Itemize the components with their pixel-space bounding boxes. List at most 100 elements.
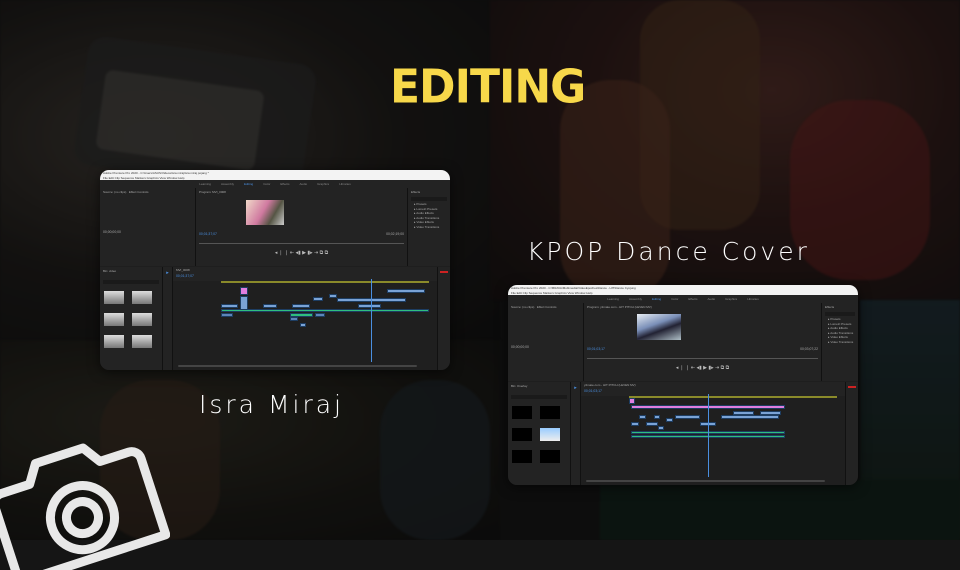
workspace-tab-color[interactable]: Color [671,295,678,303]
program-tab[interactable]: Program: MVI_0008 [196,188,407,196]
selection-tool-icon[interactable]: ▸ [163,270,172,276]
timeline-clip[interactable] [654,415,660,419]
project-thumbnail[interactable] [104,313,124,326]
playback-controls[interactable]: ◂ ❘ ❘ ⇤ ◂▮ ▶ ▮▸ ⇥ ⧉ ⧉ [196,250,407,256]
camera-icon [0,430,170,570]
sequence-tab[interactable]: y2mate.com - HIT PITCH (LEVEN MV) [581,382,845,388]
timeline-clip[interactable] [337,298,406,302]
workspace-tab-learning[interactable]: Learning [607,295,619,303]
effects-folder[interactable]: ▸ Video Transitions [408,225,450,230]
program-video-frame [246,200,284,225]
project-thumbnail[interactable] [540,406,560,419]
timeline-ruler[interactable]: MVI_0008 00;01;37;07 [173,267,437,281]
workspace-tab-libraries[interactable]: Libraries [747,295,759,303]
workspace-tab-libraries[interactable]: Libraries [339,180,351,188]
timeline-clip[interactable] [387,289,424,293]
project-thumbnail[interactable] [540,428,560,441]
project-tab[interactable]: Bin: Overlay [508,382,570,390]
timeline-clip[interactable] [666,418,672,422]
timeline-clip[interactable] [631,422,639,426]
program-scrubber[interactable] [587,358,818,359]
effects-search[interactable] [825,312,855,316]
timeline-clip[interactable] [358,304,381,308]
timeline-clip[interactable] [221,309,429,312]
timeline-clip[interactable] [721,415,779,419]
playhead[interactable] [371,279,372,362]
effects-folder[interactable]: ▸ Video Transitions [822,340,858,345]
workspace-tab-effects[interactable]: Effects [688,295,697,303]
timeline-clip[interactable] [629,398,635,404]
program-monitor: Program: y2mate.com - HIT PITCH (LEVEN M… [584,303,821,381]
project-thumbnail[interactable] [512,406,532,419]
playhead[interactable] [708,394,709,477]
workspace-tab-audio[interactable]: Audio [299,180,307,188]
project-thumbnail[interactable] [132,335,152,348]
effects-folder-label: Presets [416,202,426,206]
effect-controls-tab[interactable]: Effect Controls [537,305,557,309]
project-thumbnail[interactable] [512,428,532,441]
timeline-clip[interactable] [292,304,311,308]
timeline-clip[interactable] [290,317,298,321]
timeline-clip[interactable] [300,323,306,327]
workspace-bar: Learning Assembly Editing Color Effects Audio… [100,180,450,188]
timeline-tracks [221,283,429,362]
sequence-tab[interactable]: MVI_0008 [173,267,437,273]
project-search[interactable] [103,280,159,284]
effects-tab[interactable]: Effects [408,188,450,196]
workspace-tab-graphics[interactable]: Graphics [725,295,737,303]
timeline-clip[interactable] [313,297,323,301]
effects-tab[interactable]: Effects [822,303,858,311]
tools-panel[interactable]: ▸ [571,382,580,485]
program-timecode: 00;01;37;07 [199,232,217,236]
project-tab[interactable]: Bin: video [100,267,162,275]
premiere-screenshot-kpop: Adobe Premiere Pro 2020 - C:\BRAVA\Multi… [508,285,858,485]
project-caption-isra-miraj: Isra Miraj [199,390,344,419]
source-tab[interactable]: Source: (no clips) [103,190,126,194]
tools-panel[interactable]: ▸ [163,267,172,370]
selection-tool-icon[interactable]: ▸ [571,385,580,391]
workspace-tab-assembly[interactable]: Assembly [629,295,642,303]
timeline-clip[interactable] [263,304,278,308]
source-timecode: 00;00;00;00 [511,345,529,349]
premiere-screenshot-isra-miraj: Adobe Premiere Pro 2020 - C:\Users\ASUS\… [100,170,450,370]
project-thumbnail[interactable] [540,450,560,463]
project-thumbnail[interactable] [512,450,532,463]
playback-controls[interactable]: ◂ ❘ ❘ ⇤ ◂▮ ▶ ▮▸ ⇥ ⧉ ⧉ [584,365,821,371]
timeline-clip[interactable] [329,294,337,298]
timeline-clip[interactable] [646,422,658,426]
effects-panel: Effects ▸ Presets▸ Lumetri Presets▸ Audi… [408,188,450,266]
timeline-clip[interactable] [240,296,248,310]
effects-search[interactable] [411,197,447,201]
project-thumbnail[interactable] [132,291,152,304]
program-scrubber[interactable] [199,243,404,244]
workspace-tab-assembly[interactable]: Assembly [221,180,234,188]
workspace-tab-effects[interactable]: Effects [280,180,289,188]
timeline-clip[interactable] [658,426,664,430]
timeline-clip[interactable] [639,415,645,419]
timeline-clip[interactable] [221,313,233,317]
workspace-tab-audio[interactable]: Audio [707,295,715,303]
program-tab[interactable]: Program: y2mate.com - HIT PITCH (LEVEN M… [584,303,821,311]
project-thumbnail[interactable] [104,335,124,348]
timeline-ruler[interactable]: y2mate.com - HIT PITCH (LEVEN MV) 00;01;… [581,382,845,396]
timeline-clip[interactable] [315,313,325,317]
timeline-clip[interactable] [675,415,700,419]
workspace-tab-learning[interactable]: Learning [199,180,211,188]
timeline-clip[interactable] [221,304,238,308]
project-search[interactable] [511,395,567,399]
workspace-tab-editing[interactable]: Editing [652,295,661,303]
workspace-tab-editing[interactable]: Editing [244,180,253,188]
workspace-tab-color[interactable]: Color [263,180,270,188]
timeline-clip[interactable] [240,287,248,295]
workspace-tab-graphics[interactable]: Graphics [317,180,329,188]
project-thumbnail[interactable] [104,291,124,304]
slide-title: EDITING [390,61,570,115]
effects-folder-label: Video Effects [830,335,848,339]
timeline-scrollbar[interactable] [178,365,417,367]
effect-controls-tab[interactable]: Effect Controls [129,190,149,194]
source-tab[interactable]: Source: (no clips) [511,305,534,309]
project-thumbnail[interactable] [132,313,152,326]
timeline-scrollbar[interactable] [586,480,825,482]
project-caption-kpop: KPOP Dance Cover [527,237,810,266]
effects-folder-label: Audio Effects [416,211,434,215]
